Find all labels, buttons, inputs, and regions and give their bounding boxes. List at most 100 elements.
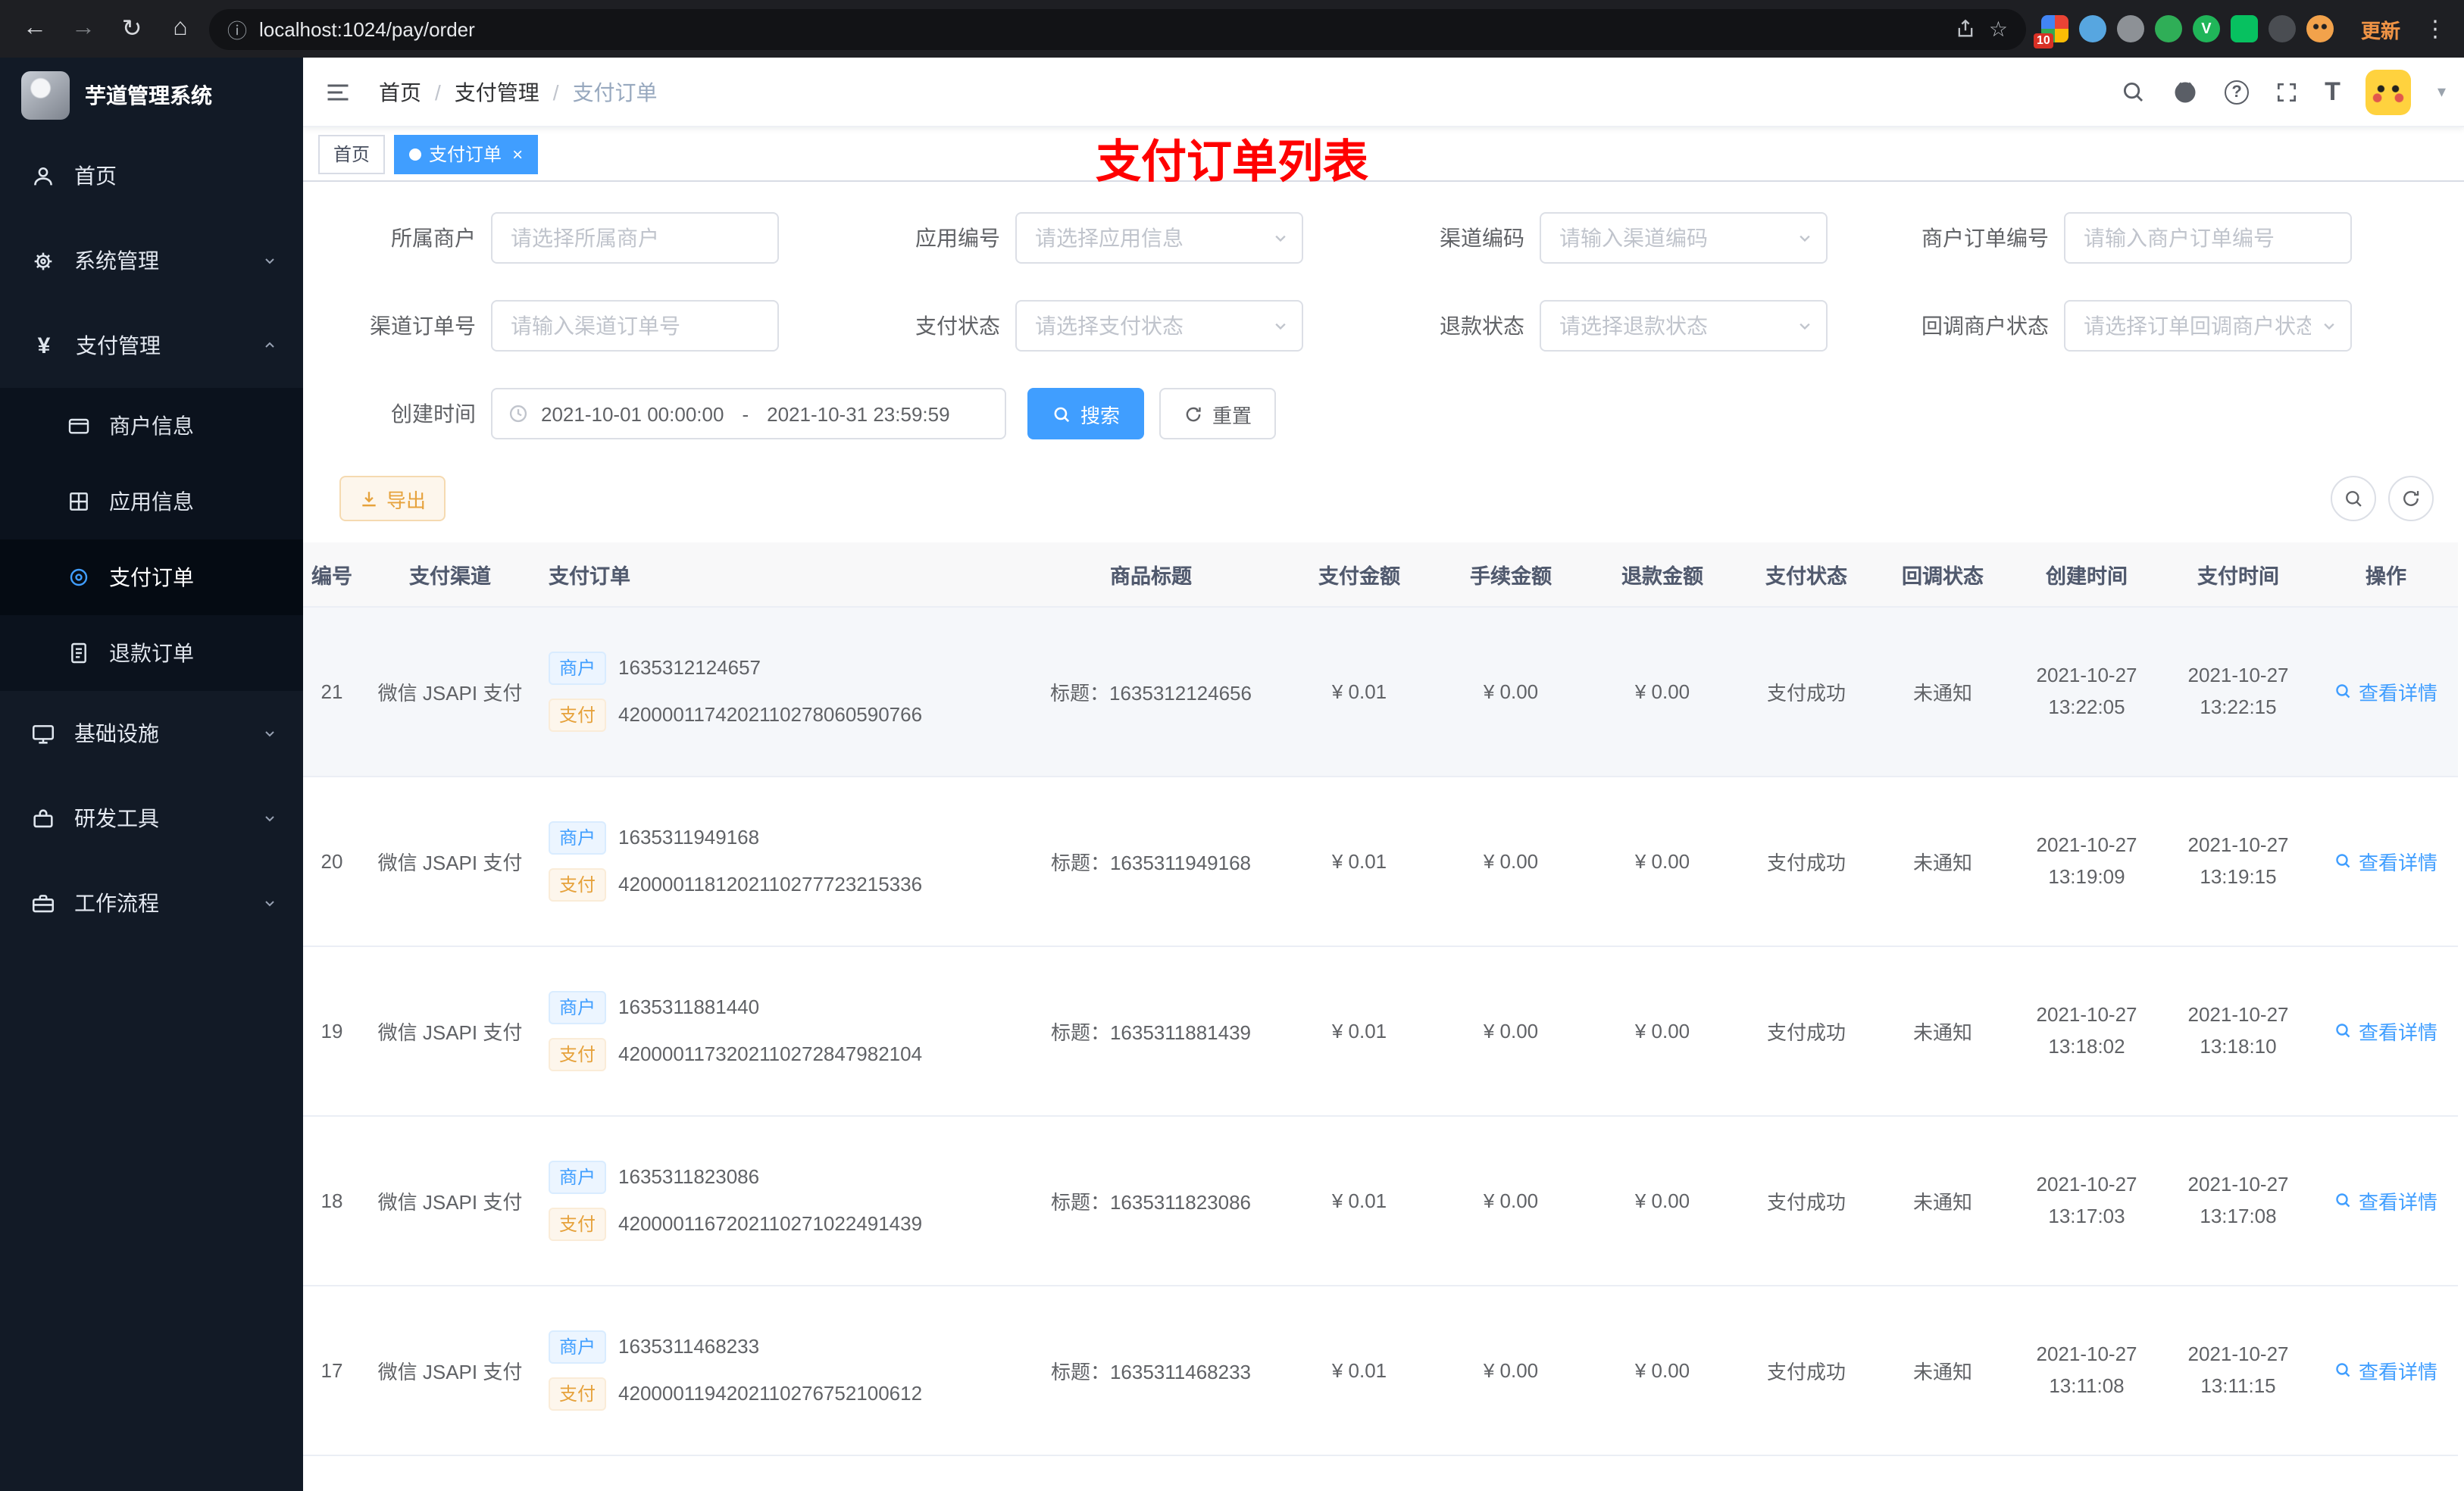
avatar[interactable]	[2366, 69, 2412, 114]
export-button[interactable]: 导出	[339, 476, 446, 521]
merchant-badge: 商户	[549, 990, 607, 1024]
extension-icon-4[interactable]	[2154, 15, 2182, 42]
notify-status: 未通知	[1912, 1360, 1972, 1383]
font-size-icon[interactable]: T	[2325, 77, 2340, 107]
grid-icon	[70, 492, 88, 511]
sidebar-item-pay-order[interactable]: 支付订单	[0, 539, 303, 615]
help-icon[interactable]: ?	[2225, 80, 2250, 104]
app-id-select[interactable]: 请选择应用信息	[1015, 212, 1303, 264]
view-detail-link[interactable]: 查看详情	[2334, 1186, 2437, 1214]
refund-status-select[interactable]: 请选择退款状态	[1540, 300, 1828, 352]
back-icon[interactable]: ←	[15, 9, 55, 48]
tab-home[interactable]: 首页	[318, 134, 386, 173]
reload-icon[interactable]: ↻	[112, 9, 152, 48]
sidebar-item-home[interactable]: 首页	[0, 133, 303, 218]
main-area: 支付订单列表 首页 / 支付管理 / 支付订单 ? T ▾ 首页 支付订单 × …	[303, 58, 2464, 1491]
sidebar-item-workflow[interactable]: 工作流程	[0, 861, 303, 946]
yen-icon: ¥	[37, 333, 51, 358]
extension-icon-1[interactable]: 10	[2033, 15, 2068, 48]
merchant-order-no-input[interactable]	[2064, 212, 2352, 264]
site-info-icon[interactable]: ⓘ	[227, 14, 247, 43]
browser-home-icon[interactable]: ⌂	[161, 9, 200, 48]
sidebar-item-refund-order[interactable]: 退款订单	[0, 615, 303, 691]
browser-update-button[interactable]: 更新	[2349, 8, 2412, 49]
sidebar-item-label: 应用信息	[109, 489, 194, 514]
view-detail-link[interactable]: 查看详情	[2334, 1016, 2437, 1045]
select-placeholder: 请选择退款状态	[1559, 314, 1708, 338]
fullscreen-icon[interactable]	[2275, 80, 2299, 104]
channel-order-no: 4200001181202110277723215336	[618, 873, 923, 896]
forward-icon[interactable]: →	[64, 9, 103, 48]
toolbox-icon	[33, 808, 53, 827]
toggle-search-icon[interactable]	[2331, 476, 2376, 521]
pay-badge: 支付	[549, 1037, 607, 1071]
sidebar-item-system[interactable]: 系统管理	[0, 218, 303, 303]
pay-date: 2021-10-27	[2187, 833, 2289, 856]
extension-icon-5[interactable]: V	[2192, 15, 2220, 42]
breadcrumb-payment[interactable]: 支付管理	[455, 77, 539, 107]
table-row[interactable]: 16 微信 JSAPI 支付 商户 1635311251786 支付	[303, 1455, 2458, 1491]
view-detail-link[interactable]: 查看详情	[2334, 846, 2437, 875]
channel-code-select[interactable]: 请输入渠道编码	[1540, 212, 1828, 264]
sidebar-item-payment[interactable]: ¥ 支付管理	[0, 303, 303, 388]
tab-pay-order[interactable]: 支付订单 ×	[394, 134, 539, 173]
extension-icon-3[interactable]	[2116, 15, 2144, 42]
table-row[interactable]: 18 微信 JSAPI 支付 商户 1635311823086 支付 42000…	[303, 1115, 2458, 1286]
sidebar-item-label: 系统管理	[74, 248, 159, 273]
url-bar[interactable]: ⓘ localhost:1024/pay/order ☆	[209, 8, 2026, 49]
breadcrumb-separator: /	[435, 80, 441, 104]
channel-order-no-input[interactable]	[491, 300, 779, 352]
extension-icon-2[interactable]	[2078, 15, 2106, 42]
github-icon[interactable]	[2172, 78, 2199, 105]
pay-amount: ¥ 0.01	[1331, 849, 1387, 872]
pay-amount: ¥ 0.01	[1331, 1019, 1387, 1042]
table-row[interactable]: 19 微信 JSAPI 支付 商户 1635311881440 支付 42000…	[303, 946, 2458, 1116]
share-icon[interactable]	[1956, 18, 1977, 39]
extension-pin-icon[interactable]	[2268, 15, 2296, 42]
merchant-input[interactable]	[491, 212, 779, 264]
filter-label: 渠道编码	[1440, 226, 1524, 250]
fee-amount: ¥ 0.00	[1483, 1358, 1539, 1381]
tab-close-icon[interactable]: ×	[512, 143, 523, 164]
fee-amount: ¥ 0.00	[1483, 1189, 1539, 1211]
app-frame: 芋道管理系统 首页 系统管理 ¥ 支付管理 商户信息 应用信息 支付订单 退款订…	[0, 58, 2464, 1491]
browser-profile-icon[interactable]	[2306, 15, 2334, 42]
search-button[interactable]: 搜索	[1027, 388, 1145, 439]
fee-amount: ¥ 0.00	[1483, 1019, 1539, 1042]
sidebar-item-app-info[interactable]: 应用信息	[0, 464, 303, 539]
reset-button[interactable]: 重置	[1159, 388, 1277, 439]
notify-status: 未通知	[1912, 1190, 1972, 1213]
browser-menu-icon[interactable]: ⋮	[2422, 9, 2449, 48]
view-detail-link[interactable]: 查看详情	[2334, 1355, 2437, 1384]
create-time-range-picker[interactable]: 2021-10-01 00:00:00 - 2021-10-31 23:59:5…	[491, 388, 1006, 439]
sidebar-item-merchant-info[interactable]: 商户信息	[0, 388, 303, 464]
avatar-caret-icon[interactable]: ▾	[2437, 82, 2446, 102]
filter-label: 应用编号	[915, 226, 1000, 250]
notify-status-select[interactable]: 请选择订单回调商户状态	[2064, 300, 2352, 352]
table-row[interactable]: 21 微信 JSAPI 支付 商户 1635312124657 支付 42000…	[303, 606, 2458, 777]
extension-icon-6[interactable]	[2230, 15, 2258, 42]
sidebar-item-infra[interactable]: 基础设施	[0, 691, 303, 776]
sidebar-item-label: 支付订单	[109, 565, 194, 589]
product-title: 标题：1635311881439	[1050, 1021, 1252, 1043]
col-header-refund: 退款金额	[1587, 542, 1738, 607]
pay-status-select[interactable]: 请选择支付状态	[1015, 300, 1303, 352]
header-search-icon[interactable]	[2120, 79, 2146, 105]
table-row[interactable]: 17 微信 JSAPI 支付 商户 1635311468233 支付 42000…	[303, 1285, 2458, 1455]
hamburger-icon[interactable]	[324, 78, 352, 105]
breadcrumb-home[interactable]: 首页	[379, 77, 421, 107]
breadcrumb-current: 支付订单	[572, 80, 658, 104]
app-logo[interactable]: 芋道管理系统	[0, 58, 303, 133]
refresh-table-icon[interactable]	[2388, 476, 2434, 521]
view-detail-icon	[2337, 854, 2351, 868]
sidebar-item-dev-tools[interactable]: 研发工具	[0, 776, 303, 861]
date-start: 2021-10-01 00:00:00	[541, 402, 724, 425]
bookmark-star-icon[interactable]: ☆	[1989, 16, 2008, 42]
table-row[interactable]: 20 微信 JSAPI 支付 商户 1635311949168 支付 42000…	[303, 776, 2458, 946]
filter-channel-code: 渠道编码 请输入渠道编码	[1376, 212, 1828, 264]
pay-time: 13:18:10	[2200, 1035, 2277, 1058]
view-detail-link[interactable]: 查看详情	[2334, 677, 2437, 705]
chevron-down-icon	[1270, 227, 1291, 248]
url-text[interactable]: localhost:1024/pay/order	[259, 17, 1943, 40]
pay-time: 13:17:08	[2200, 1205, 2277, 1227]
